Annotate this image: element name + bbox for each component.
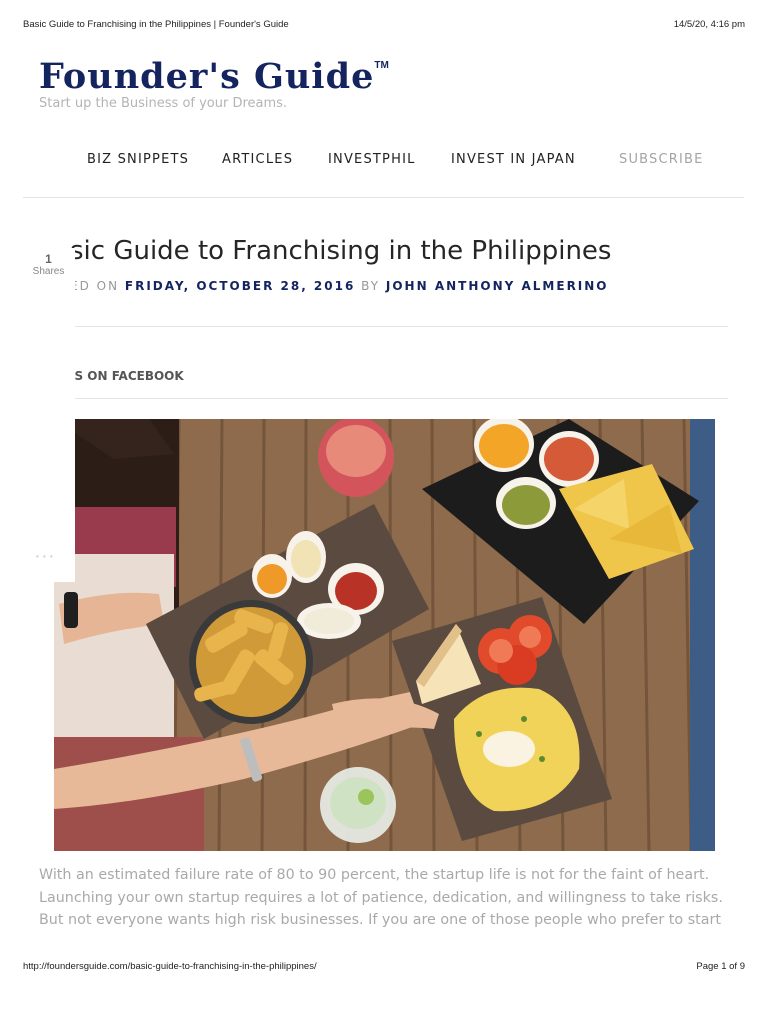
post-author[interactable]: JOHN ANTHONY ALMERINO bbox=[386, 279, 609, 293]
nav-divider bbox=[23, 197, 744, 198]
print-page-url: http://foundersguide.com/basic-guide-to-… bbox=[23, 961, 317, 972]
nav-item-biz-snippets[interactable]: BIZ SNIPPETS bbox=[87, 152, 189, 167]
nav-item-subscribe[interactable]: SUBSCRIBE bbox=[619, 152, 704, 167]
meta-prefix: ED ON bbox=[70, 279, 120, 293]
share-more-icon[interactable]: • • • bbox=[36, 552, 54, 561]
print-page-title: Basic Guide to Franchising in the Philip… bbox=[23, 19, 289, 30]
facebook-follow-link[interactable]: JS ON FACEBOOK bbox=[70, 369, 184, 383]
site-tagline: Start up the Business of your Dreams. bbox=[39, 96, 288, 111]
food-table-photo bbox=[54, 419, 715, 851]
print-page-number: Page 1 of 9 bbox=[696, 961, 745, 972]
site-name: Founder's Guide bbox=[39, 56, 375, 97]
nav-item-articles[interactable]: ARTICLES bbox=[222, 152, 293, 167]
post-title: sic Guide to Franchising in the Philippi… bbox=[70, 236, 612, 266]
nav-item-investphil[interactable]: INVESTPHIL bbox=[328, 152, 416, 167]
print-header: Basic Guide to Franchising in the Philip… bbox=[23, 19, 745, 33]
site-logo[interactable]: Founder's GuideTM bbox=[39, 56, 389, 97]
print-datetime: 14/5/20, 4:16 pm bbox=[673, 19, 745, 30]
facebook-divider bbox=[23, 398, 728, 399]
share-widget[interactable]: 1 Shares • • • bbox=[22, 248, 75, 582]
featured-image bbox=[54, 419, 715, 851]
nav-item-invest-in-japan[interactable]: INVEST IN JAPAN bbox=[451, 152, 576, 167]
meta-by: BY bbox=[361, 279, 381, 293]
share-count: 1 bbox=[45, 252, 52, 266]
main-nav: BIZ SNIPPETS ARTICLES INVESTPHIL INVEST … bbox=[0, 152, 768, 170]
trademark-symbol: TM bbox=[374, 60, 389, 71]
print-footer: http://foundersguide.com/basic-guide-to-… bbox=[23, 961, 745, 975]
meta-divider bbox=[23, 326, 728, 327]
post-meta: ED ON FRIDAY, OCTOBER 28, 2016 BY JOHN A… bbox=[70, 279, 609, 293]
post-body-text: With an estimated failure rate of 80 to … bbox=[39, 867, 723, 928]
share-label: Shares bbox=[32, 266, 65, 277]
post-date[interactable]: FRIDAY, OCTOBER 28, 2016 bbox=[125, 279, 355, 293]
